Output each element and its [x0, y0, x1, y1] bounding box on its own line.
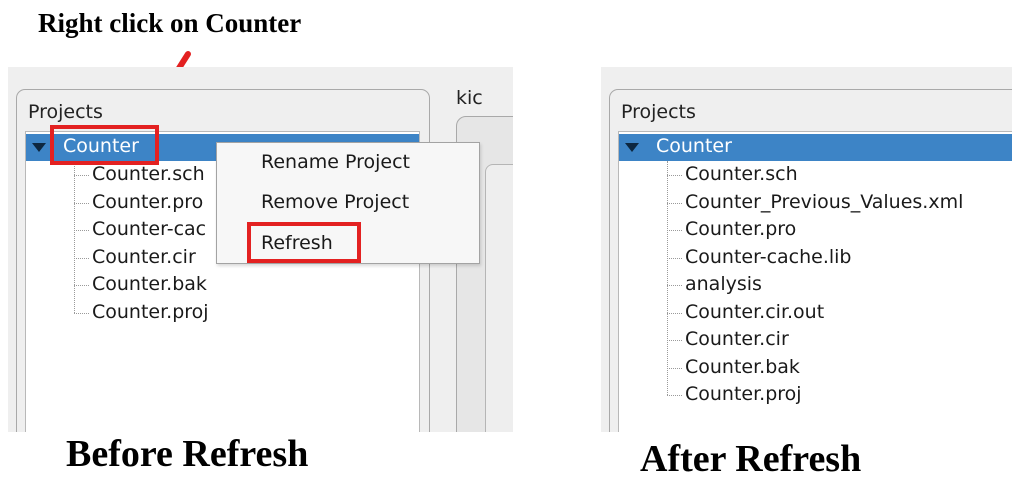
tree-branch-line [667, 202, 682, 204]
tree-branch-line [667, 257, 682, 259]
tree-file-label: Counter.bak [685, 355, 800, 378]
highlight-counter-box [50, 125, 159, 165]
highlight-refresh-box [247, 222, 361, 263]
tree-root-label: Counter [656, 135, 732, 157]
tree-guide-line [74, 161, 75, 313]
before-caption: Before Refresh [66, 433, 309, 475]
projects-title: Projects [621, 101, 696, 123]
tree-file-item[interactable]: Counter.cir [619, 327, 1012, 354]
tree-file-item[interactable]: Counter.sch [619, 162, 1012, 189]
tree-file-label: Counter-cac [92, 218, 207, 240]
tree-branch-line [74, 257, 89, 259]
projects-title: Projects [28, 101, 103, 123]
tree-branch-line [74, 230, 89, 231]
tree-branch-line [74, 175, 89, 176]
tree-file-label: Counter_Previous_Values.xml [685, 190, 964, 213]
tree-branch-line [74, 202, 89, 204]
tree-branch-line [74, 312, 89, 314]
tree-guide-line [667, 161, 668, 395]
tree-branch-line [667, 285, 682, 286]
tree-file-label: Counter.cir.out [685, 300, 825, 323]
tree-file-label: Counter.sch [685, 163, 798, 185]
after-refresh-panel: Projects Counter Counter.sch Counter_Prev… [601, 67, 1012, 432]
tree-file-label: Counter.pro [685, 218, 797, 240]
tree-file-item[interactable]: Counter.proj [619, 382, 1012, 409]
tree-file-item[interactable]: Counter.bak [26, 272, 419, 299]
tree-branch-line [667, 175, 682, 176]
tab-label[interactable]: kic [456, 87, 483, 109]
expand-arrow-icon[interactable] [625, 143, 639, 152]
tree-file-label: Counter.proj [92, 300, 209, 323]
tab-widget-inner [485, 164, 513, 432]
project-tree[interactable]: Counter Counter.sch Counter_Previous_Valu… [618, 131, 1012, 432]
tree-file-item[interactable]: Counter.bak [619, 355, 1012, 382]
tree-branch-line [667, 312, 682, 314]
tree-root-counter[interactable]: Counter [619, 134, 1012, 161]
tree-file-item[interactable]: analysis [619, 272, 1012, 299]
tree-branch-line [667, 230, 682, 231]
tree-file-item[interactable]: Counter.cir.out [619, 300, 1012, 327]
tree-file-item[interactable]: Counter_Previous_Values.xml [619, 190, 1012, 217]
tree-file-item[interactable]: Counter.pro [619, 217, 1012, 244]
menu-item-remove-project[interactable]: Remove Project [261, 191, 409, 213]
menu-item-rename-project[interactable]: Rename Project [261, 151, 410, 173]
tree-file-item[interactable]: Counter.proj [26, 300, 419, 327]
tree-branch-line [667, 340, 682, 341]
tree-file-label: Counter.cir [685, 328, 789, 350]
tree-file-label: Counter.proj [685, 383, 802, 405]
tree-file-item[interactable]: Counter-cache.lib [619, 245, 1012, 272]
expand-arrow-icon[interactable] [32, 143, 46, 152]
tree-file-label: Counter-cache.lib [685, 245, 852, 268]
tree-file-label: Counter.bak [92, 273, 207, 295]
tree-file-label: Counter.cir [92, 245, 196, 268]
tree-branch-line [667, 367, 682, 369]
tree-file-label: analysis [685, 273, 762, 295]
projects-group: Projects Counter Counter.sch Counter_Prev… [609, 89, 1012, 432]
tree-branch-line [74, 285, 89, 286]
tree-branch-line [667, 395, 682, 396]
tree-file-label: Counter.sch [92, 163, 205, 185]
after-caption: After Refresh [640, 438, 862, 480]
tree-file-label: Counter.pro [92, 190, 204, 213]
